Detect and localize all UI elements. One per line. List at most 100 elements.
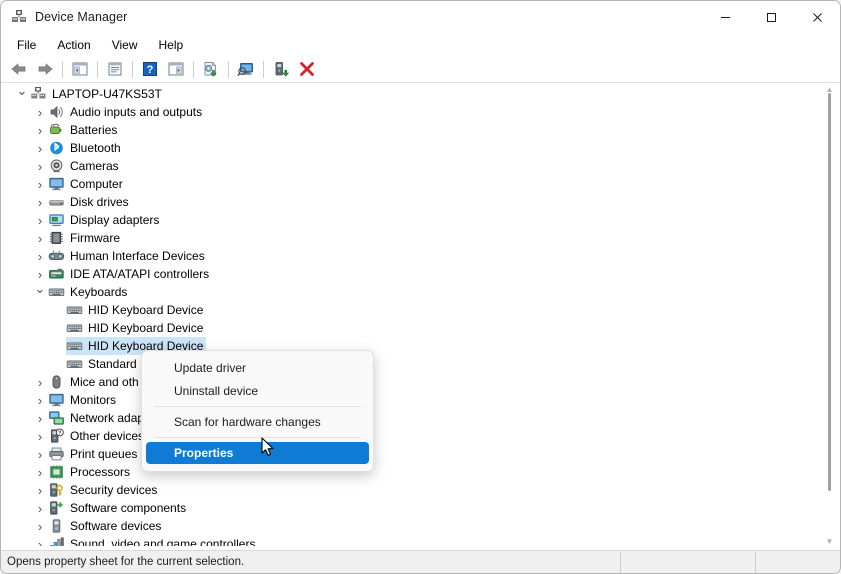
chevron-right-icon[interactable] bbox=[32, 445, 48, 463]
show-hide-console-tree-icon[interactable] bbox=[67, 57, 93, 81]
tree-item[interactable]: Software devices bbox=[4, 517, 837, 535]
tree-item-label: LAPTOP-U47KS53T bbox=[52, 87, 162, 101]
tree-item[interactable]: Bluetooth bbox=[4, 139, 837, 157]
menu-bar: File Action View Help bbox=[1, 33, 840, 56]
keyboard-icon bbox=[66, 302, 83, 318]
ide-controller-icon bbox=[48, 266, 65, 282]
chevron-right-icon[interactable] bbox=[32, 157, 48, 175]
tree-item-label: Security devices bbox=[70, 483, 158, 497]
tree-item[interactable]: Sound, video and game controllers bbox=[4, 535, 837, 546]
uninstall-device-icon[interactable] bbox=[294, 57, 320, 81]
menu-action[interactable]: Action bbox=[47, 35, 100, 55]
tree-item[interactable]: IDE ATA/ATAPI controllers bbox=[4, 265, 837, 283]
scrollbar-thumb[interactable] bbox=[828, 93, 831, 491]
scan-for-hardware-changes-icon[interactable] bbox=[233, 57, 259, 81]
chevron-right-icon[interactable] bbox=[32, 409, 48, 427]
chevron-right-icon[interactable] bbox=[32, 103, 48, 121]
status-message: Opens property sheet for the current sel… bbox=[1, 551, 621, 573]
chevron-right-icon[interactable] bbox=[32, 481, 48, 499]
scroll-down-arrow[interactable]: ▼ bbox=[825, 537, 834, 546]
maximize-button[interactable] bbox=[748, 1, 794, 33]
chevron-right-icon[interactable] bbox=[32, 535, 48, 546]
computer-root-icon bbox=[30, 86, 47, 102]
context-menu-item[interactable]: Uninstall device bbox=[146, 380, 369, 402]
chevron-right-icon[interactable] bbox=[32, 373, 48, 391]
speaker-icon bbox=[48, 104, 65, 120]
device-tree[interactable]: LAPTOP-U47KS53T Audio inputs and outputs B… bbox=[3, 84, 838, 547]
chevron-right-icon[interactable] bbox=[32, 229, 48, 247]
chevron-down-icon[interactable] bbox=[14, 85, 30, 103]
chevron-right-icon[interactable] bbox=[32, 499, 48, 517]
window-title: Device Manager bbox=[35, 10, 128, 24]
vertical-scrollbar[interactable]: ▲ ▼ bbox=[822, 85, 837, 546]
tree-item[interactable]: Cameras bbox=[4, 157, 837, 175]
tree-item[interactable]: HID Keyboard Device bbox=[4, 337, 837, 355]
display-adapter-icon bbox=[48, 212, 65, 228]
context-menu-item[interactable]: Scan for hardware changes bbox=[146, 411, 369, 433]
network-adapter-icon bbox=[48, 410, 65, 426]
tree-item[interactable]: Security devices bbox=[4, 481, 837, 499]
chevron-right-icon[interactable] bbox=[32, 121, 48, 139]
chevron-right-icon[interactable] bbox=[32, 139, 48, 157]
context-menu-item[interactable]: Properties bbox=[146, 442, 369, 464]
tree-item[interactable]: Standard bbox=[4, 355, 837, 373]
minimize-button[interactable] bbox=[702, 1, 748, 33]
tree-item[interactable]: Mice and oth bbox=[4, 373, 837, 391]
show-hide-action-pane-icon[interactable] bbox=[163, 57, 189, 81]
chevron-right-icon[interactable] bbox=[32, 193, 48, 211]
tree-item[interactable]: Keyboards bbox=[4, 283, 837, 301]
svg-text:?: ? bbox=[58, 431, 61, 437]
chevron-right-icon[interactable] bbox=[32, 517, 48, 535]
toolbar-separator bbox=[263, 60, 264, 78]
close-button[interactable] bbox=[794, 1, 840, 33]
chevron-down-icon[interactable] bbox=[32, 283, 48, 301]
tree-item[interactable]: Audio inputs and outputs bbox=[4, 103, 837, 121]
tree-item[interactable]: Disk drives bbox=[4, 193, 837, 211]
toolbar-separator bbox=[193, 60, 194, 78]
context-menu[interactable]: Update driver Uninstall device Scan for ha… bbox=[141, 350, 374, 472]
context-menu-item[interactable]: Update driver bbox=[146, 357, 369, 379]
bluetooth-icon bbox=[48, 140, 65, 156]
processor-icon bbox=[48, 464, 65, 480]
tree-item[interactable]: Firmware bbox=[4, 229, 837, 247]
tree-item[interactable]: Processors bbox=[4, 463, 837, 481]
software-device-icon bbox=[48, 518, 65, 534]
tree-item[interactable]: ? Other devices bbox=[4, 427, 837, 445]
tree-item[interactable]: HID Keyboard Device bbox=[4, 319, 837, 337]
chevron-right-icon[interactable] bbox=[32, 427, 48, 445]
chevron-right-icon[interactable] bbox=[32, 175, 48, 193]
window-controls bbox=[702, 1, 840, 33]
tree-item[interactable]: Monitors bbox=[4, 391, 837, 409]
help-icon[interactable]: ? bbox=[137, 57, 163, 81]
tree-item[interactable]: Computer bbox=[4, 175, 837, 193]
forward-icon[interactable] bbox=[32, 57, 58, 81]
update-driver-icon[interactable] bbox=[198, 57, 224, 81]
properties-icon[interactable] bbox=[102, 57, 128, 81]
tree-item[interactable]: Batteries bbox=[4, 121, 837, 139]
tree-item[interactable]: HID Keyboard Device bbox=[4, 301, 837, 319]
tree-item[interactable]: Network adap bbox=[4, 409, 837, 427]
enable-device-icon[interactable] bbox=[268, 57, 294, 81]
tree-item[interactable]: Print queues bbox=[4, 445, 837, 463]
tree-item[interactable]: Display adapters bbox=[4, 211, 837, 229]
tree-item[interactable]: LAPTOP-U47KS53T bbox=[4, 85, 837, 103]
tree-item-label: Software devices bbox=[70, 519, 162, 533]
chevron-right-icon[interactable] bbox=[32, 211, 48, 229]
tree-item-label: Standard bbox=[88, 357, 137, 371]
menu-view[interactable]: View bbox=[102, 35, 148, 55]
chevron-right-icon[interactable] bbox=[32, 391, 48, 409]
title-bar[interactable]: Device Manager bbox=[1, 1, 840, 33]
chevron-right-icon[interactable] bbox=[32, 463, 48, 481]
status-panel-2 bbox=[621, 551, 756, 573]
chevron-right-icon[interactable] bbox=[32, 247, 48, 265]
keyboard-icon bbox=[66, 356, 83, 372]
tree-item[interactable]: Human Interface Devices bbox=[4, 247, 837, 265]
device-manager-icon bbox=[11, 9, 27, 25]
menu-help[interactable]: Help bbox=[149, 35, 194, 55]
back-icon[interactable] bbox=[6, 57, 32, 81]
tree-item[interactable]: Software components bbox=[4, 499, 837, 517]
tree-item-label: Batteries bbox=[70, 123, 118, 137]
software-component-icon bbox=[48, 500, 65, 516]
menu-file[interactable]: File bbox=[7, 35, 46, 55]
